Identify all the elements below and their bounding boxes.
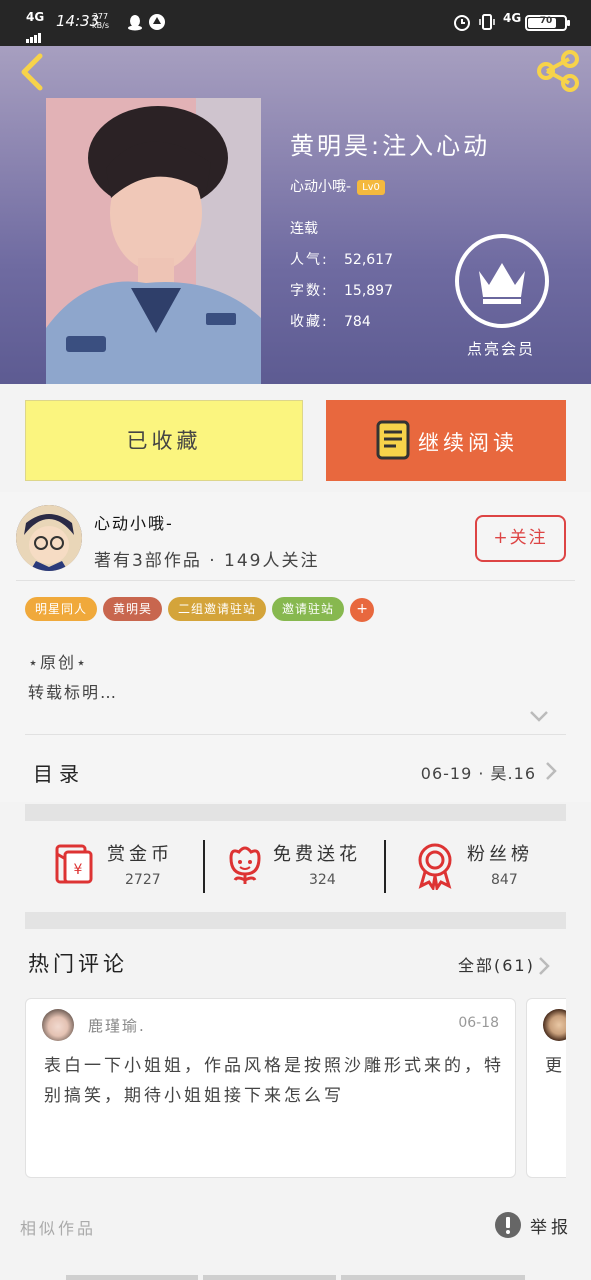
separator	[203, 840, 205, 893]
network-type-right: 4G	[503, 11, 522, 25]
cover-illustration	[46, 98, 261, 384]
share-icon[interactable]	[535, 48, 581, 94]
flower-icon	[229, 846, 261, 884]
fan-ranking-count: 847	[491, 872, 518, 888]
hot-comments-title: 热门评论	[28, 952, 128, 976]
author-name[interactable]: 心动小哦-	[94, 510, 174, 534]
signal-icon	[26, 24, 42, 43]
scroll-indicator	[66, 1275, 198, 1280]
author-avatar-image	[16, 505, 82, 571]
tag-item[interactable]: 黄明昊	[103, 597, 163, 621]
author-meta: 著有3部作品 · 149人关注	[94, 551, 320, 571]
commenter-name[interactable]: 鹿瑾瑜.	[88, 1015, 146, 1036]
back-icon[interactable]	[16, 52, 50, 92]
all-comments-link[interactable]: 全部(61)	[458, 952, 535, 976]
vip-button[interactable]	[455, 234, 549, 328]
add-tag-button[interactable]: +	[350, 598, 375, 622]
author-avatar[interactable]	[16, 505, 82, 571]
scroll-indicator	[203, 1275, 336, 1280]
net-speed: 277 kB/s	[92, 12, 109, 30]
description-line: 转载标明…	[28, 683, 119, 702]
expand-chevron-icon[interactable]	[528, 708, 550, 724]
svg-text:¥: ¥	[74, 862, 83, 878]
scroll-indicator	[341, 1275, 525, 1280]
comment-text: 更	[545, 1056, 565, 1076]
description-line: ⋆原创⋆	[28, 653, 89, 672]
tag-item[interactable]: 明星同人	[25, 597, 98, 621]
alarm-icon	[454, 15, 470, 31]
toc-label: 目录	[33, 762, 85, 786]
continue-reading-label: 继续阅读	[418, 431, 518, 455]
book-cover	[46, 98, 261, 384]
header-author-name[interactable]: 心动小哦-	[290, 179, 351, 195]
vibrate-icon	[479, 14, 495, 30]
serial-status: 连载	[290, 221, 318, 237]
reward-coins-button[interactable]: ¥ 赏金币 2727	[25, 822, 205, 912]
comment-text: 表白一下小姐姐，作品风格是按照沙雕形式来的，特别搞笑，期待小姐姐接下来怎么写	[44, 1056, 504, 1106]
book-header: 黄明昊:注入心动 心动小哦- Lv0 连载 人气: 52,617 字数: 15,897…	[0, 46, 591, 384]
send-flower-button[interactable]: 免费送花 324	[207, 822, 383, 912]
send-flower-label: 免费送花	[273, 844, 361, 865]
red-envelope-icon: ¥	[55, 844, 93, 884]
level-badge: Lv0	[357, 179, 385, 195]
follow-button[interactable]: +关注	[475, 515, 566, 562]
qq-icon	[128, 15, 142, 31]
battery-icon: 70	[525, 15, 570, 31]
section-separator	[25, 804, 566, 821]
header-author[interactable]: 心动小哦- Lv0	[290, 176, 385, 196]
chevron-right-icon	[546, 762, 557, 780]
divider	[25, 734, 566, 735]
support-actions: ¥ 赏金币 2727 免费送花 324 粉丝榜 847	[25, 822, 566, 912]
warning-icon	[495, 1212, 521, 1238]
tag-item[interactable]: 二组邀请驻站	[168, 597, 267, 621]
commenter-avatar[interactable]	[42, 1009, 74, 1041]
medal-icon	[418, 843, 452, 890]
book-description: ⋆原创⋆ 转载标明…	[28, 648, 118, 708]
reward-coins-label: 赏金币	[107, 844, 173, 865]
collected-button[interactable]: 已收藏	[25, 400, 303, 481]
fan-ranking-label: 粉丝榜	[467, 844, 533, 865]
separator	[384, 840, 386, 893]
similar-works-label: 相似作品	[20, 1219, 97, 1238]
send-flower-count: 324	[309, 872, 336, 888]
stat-popularity: 人气: 52,617	[290, 252, 393, 268]
comment-card[interactable]: 更	[526, 998, 566, 1178]
network-type: 4G	[26, 10, 45, 24]
section-separator	[25, 912, 566, 929]
latest-chapter: 06-19 · 昊.16	[420, 764, 536, 783]
crown-icon	[479, 263, 525, 304]
book-title: 黄明昊:注入心动	[290, 132, 491, 160]
book-icon	[376, 420, 410, 460]
commenter-avatar[interactable]	[543, 1009, 566, 1041]
stat-word-count: 字数: 15,897	[290, 283, 393, 299]
browser-icon	[149, 14, 165, 30]
table-of-contents-row[interactable]: 目录 06-19 · 昊.16	[25, 736, 566, 804]
reward-coins-count: 2727	[125, 872, 161, 888]
status-bar: 4G 14:33 277 kB/s 4G 70	[0, 0, 591, 46]
comment-card[interactable]: 鹿瑾瑜. 06-18 表白一下小姐姐，作品风格是按照沙雕形式来的，特别搞笑，期待…	[25, 998, 516, 1178]
chevron-right-icon[interactable]	[537, 955, 551, 977]
fan-ranking-button[interactable]: 粉丝榜 847	[387, 822, 566, 912]
stat-favorites: 收藏: 784	[290, 314, 371, 330]
tag-item[interactable]: 邀请驻站	[272, 597, 345, 621]
tag-list: 明星同人 黄明昊 二组邀请驻站 邀请驻站 +	[25, 597, 375, 622]
vip-label[interactable]: 点亮会员	[467, 338, 535, 359]
report-label: 举报	[530, 1218, 572, 1238]
book-stats: 连载 人气: 52,617 字数: 15,897 收藏: 784	[290, 218, 393, 342]
divider	[16, 580, 575, 581]
comment-date: 06-18	[458, 1015, 499, 1031]
continue-reading-button[interactable]: 继续阅读	[326, 400, 566, 481]
